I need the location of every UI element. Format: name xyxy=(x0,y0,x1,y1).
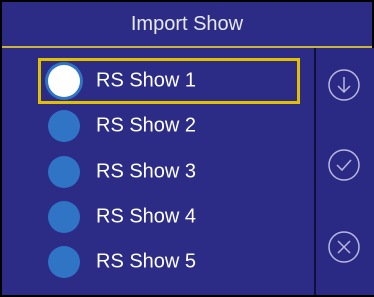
import-show-dialog: Import Show RS Show 1 RS Show 2 RS Show … xyxy=(0,0,374,297)
close-icon xyxy=(328,231,360,263)
radio-button[interactable] xyxy=(48,110,80,142)
title-bar: Import Show xyxy=(2,2,372,48)
list-item-rs-show-5[interactable]: RS Show 5 xyxy=(40,242,304,282)
action-sidebar xyxy=(314,48,374,295)
download-icon xyxy=(328,69,360,101)
download-button[interactable] xyxy=(327,68,361,102)
show-label: RS Show 3 xyxy=(96,160,197,183)
radio-button[interactable] xyxy=(48,246,80,278)
show-label: RS Show 4 xyxy=(96,205,197,228)
confirm-button[interactable] xyxy=(327,148,361,182)
list-item-rs-show-1[interactable]: RS Show 1 xyxy=(40,61,304,101)
check-icon xyxy=(328,149,360,181)
list-item-rs-show-2[interactable]: RS Show 2 xyxy=(40,106,304,146)
show-label: RS Show 5 xyxy=(96,250,197,273)
radio-button[interactable] xyxy=(48,156,80,188)
radio-button[interactable] xyxy=(48,65,80,97)
show-label: RS Show 1 xyxy=(96,69,197,92)
list-item-rs-show-3[interactable]: RS Show 3 xyxy=(40,152,304,192)
list-item-rs-show-4[interactable]: RS Show 4 xyxy=(40,197,304,237)
show-label: RS Show 2 xyxy=(96,114,197,137)
cancel-button[interactable] xyxy=(327,230,361,264)
page-title: Import Show xyxy=(130,12,244,35)
radio-button[interactable] xyxy=(48,201,80,233)
